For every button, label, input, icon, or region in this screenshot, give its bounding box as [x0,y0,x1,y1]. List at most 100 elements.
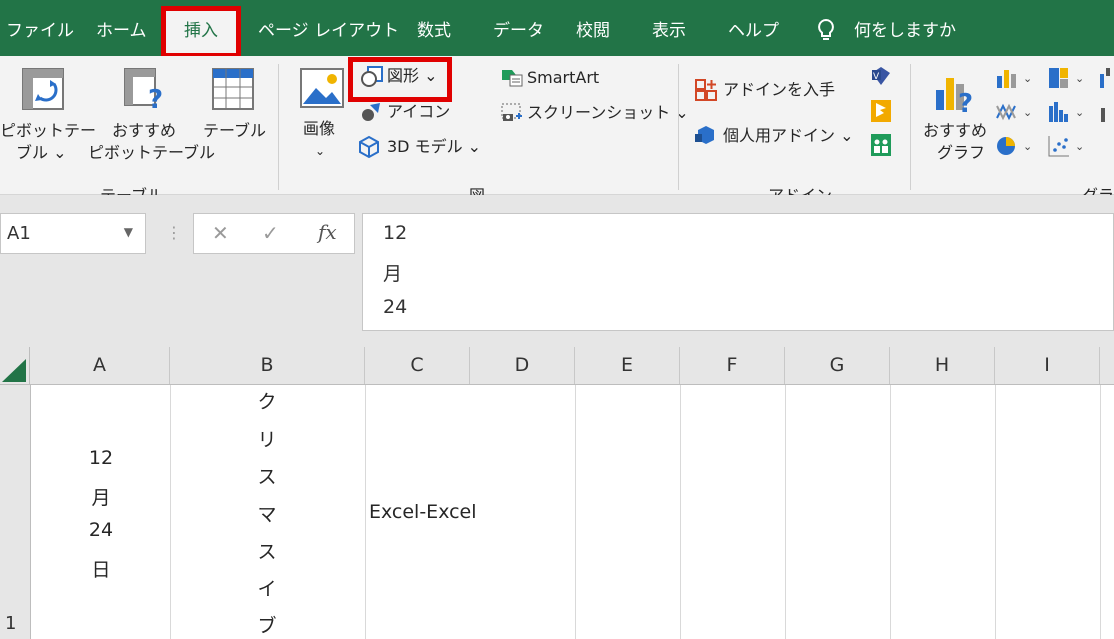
column-header-c[interactable]: C [365,347,470,384]
image-label[interactable]: 画像 [303,118,335,140]
column-header-h[interactable]: H [890,347,995,384]
cancel-icon[interactable]: ✕ [212,221,229,245]
svg-text:?: ? [958,89,973,114]
column-header-a[interactable]: A [30,347,170,384]
cell-b1-char: ク [257,391,277,413]
tab-formulas[interactable]: 数式 [417,0,451,56]
waterfall-chart-icon[interactable] [1098,66,1114,94]
tell-me-search[interactable]: 何をしますか [854,0,956,56]
smartart-icon[interactable] [500,66,524,92]
svg-text:⌄: ⌄ [1023,106,1032,119]
pivot-table-label-2[interactable]: ブル ⌄ [16,142,67,164]
cell-c1[interactable]: Excel-Excel [369,501,477,523]
recommended-charts-label-1[interactable]: おすすめ [923,120,987,142]
recommended-pivot-label-1[interactable]: おすすめ [112,120,176,142]
model3d-label[interactable]: 3D モデル ⌄ [387,136,481,158]
svg-text:V: V [873,72,880,82]
name-box[interactable]: A1 ▼ [0,213,146,254]
recommended-charts-icon[interactable]: ? [934,68,978,119]
menu-bar: ファイル ホーム 挿入 ページ レイアウト 数式 データ 校閲 表示 ヘルプ 何… [0,0,1114,56]
column-chart-icon[interactable]: ⌄ [995,66,1035,94]
icons-icon[interactable] [360,101,382,127]
grid-line [785,385,786,639]
tab-file[interactable]: ファイル [6,0,74,56]
formula-line: 12 [383,222,408,244]
get-addins-icon[interactable] [694,78,718,106]
tab-help[interactable]: ヘルプ [728,0,779,56]
grid-line [995,385,996,639]
grid-line [365,385,366,639]
column-header-f[interactable]: F [680,347,785,384]
recommended-charts-label-2[interactable]: グラフ [937,142,985,164]
tab-review[interactable]: 校閲 [576,0,610,56]
recommended-pivot-label-2[interactable]: ピボットテーブル [88,142,215,164]
screenshot-icon[interactable] [500,102,524,128]
column-header-d[interactable]: D [470,347,575,384]
svg-text:⌄: ⌄ [1075,106,1084,119]
cell-a1-line: 月 [91,487,111,509]
formula-input[interactable]: 12 月 24 [362,213,1114,331]
formula-bar-area: A1 ▼ ⋮ ✕ ✓ fx 12 月 24 [0,195,1114,347]
column-header-e[interactable]: E [575,347,680,384]
table-icon[interactable] [212,68,254,114]
combo-chart-icon[interactable] [1098,100,1114,128]
grid-line [890,385,891,639]
visio-icon[interactable]: V [870,65,892,91]
cell-a1[interactable]: 12 月 24 日 [31,385,170,639]
icons-label[interactable]: アイコン [387,101,450,123]
cell-b1[interactable]: ク リ ス マ ス イ ブ [171,385,365,639]
people-graph-icon[interactable] [870,133,892,161]
scatter-chart-icon[interactable]: ⌄ [1047,134,1089,162]
shapes-icon[interactable] [360,65,384,93]
tab-view[interactable]: 表示 [652,0,686,56]
tab-page-layout[interactable]: ページ レイアウト [258,0,399,56]
my-addins-label[interactable]: 個人用アドイン ⌄ [723,125,854,147]
cube-icon[interactable] [358,135,380,163]
bing-icon[interactable] [870,99,892,127]
screenshot-label[interactable]: スクリーンショット ⌄ [527,102,689,124]
chevron-down-icon[interactable]: ▼ [124,225,133,239]
table-label[interactable]: テーブル [203,120,266,142]
column-header-b[interactable]: B [170,347,365,384]
svg-text:?: ? [148,85,163,112]
pivot-table-label-1[interactable]: ピボットテー [0,120,96,142]
cell-grid[interactable]: 12 月 24 日 ク リ ス マ ス イ ブ Excel-Excel [31,385,1114,639]
enter-check-icon[interactable]: ✓ [262,221,279,245]
my-addins-icon[interactable] [694,124,718,150]
ribbon-separator [278,64,279,190]
svg-text:⌄: ⌄ [1075,72,1084,85]
shapes-label[interactable]: 図形 ⌄ [387,65,438,87]
column-header-i[interactable]: I [995,347,1100,384]
tab-home[interactable]: ホーム [96,0,147,56]
cell-a1-line: 24 [88,519,114,541]
smartart-label[interactable]: SmartArt [527,67,599,89]
function-fx-icon[interactable]: fx [318,220,337,244]
tab-data[interactable]: データ [493,0,544,56]
lightbulb-icon[interactable] [816,18,836,48]
get-addins-label[interactable]: アドインを入手 [723,79,835,101]
image-icon[interactable] [300,68,344,112]
drag-handle-icon[interactable]: ⋮ [166,223,182,242]
cell-b1-char: リ [257,429,277,451]
formula-line: 24 [383,296,408,318]
line-chart-icon[interactable]: ⌄ [995,100,1035,128]
formula-line: 月 [383,263,403,285]
pivot-table-icon[interactable] [22,68,64,114]
tab-insert[interactable]: 挿入 [161,9,241,56]
recommended-pivot-icon[interactable]: ? [124,68,168,116]
select-all-button[interactable] [0,347,30,384]
column-header-g[interactable]: G [785,347,890,384]
image-caret[interactable]: ⌄ [315,140,325,162]
cell-b1-char: ブ [257,615,277,637]
formula-buttons: ✕ ✓ fx [193,213,355,254]
grid-line [1100,385,1101,639]
statistic-chart-icon[interactable]: ⌄ [1047,100,1089,128]
hierarchy-chart-icon[interactable]: ⌄ [1047,66,1089,94]
svg-text:⌄: ⌄ [1023,140,1032,153]
pie-chart-icon[interactable]: ⌄ [995,134,1035,162]
cell-a1-line: 日 [91,559,111,581]
cell-a1-line: 12 [88,447,114,469]
row-headers: 1 [0,385,31,639]
ribbon: ピボットテー ブル ⌄ ? おすすめ ピボットテーブル テーブル テーブル 画像… [0,56,1114,205]
row-header-1[interactable]: 1 [5,613,16,634]
